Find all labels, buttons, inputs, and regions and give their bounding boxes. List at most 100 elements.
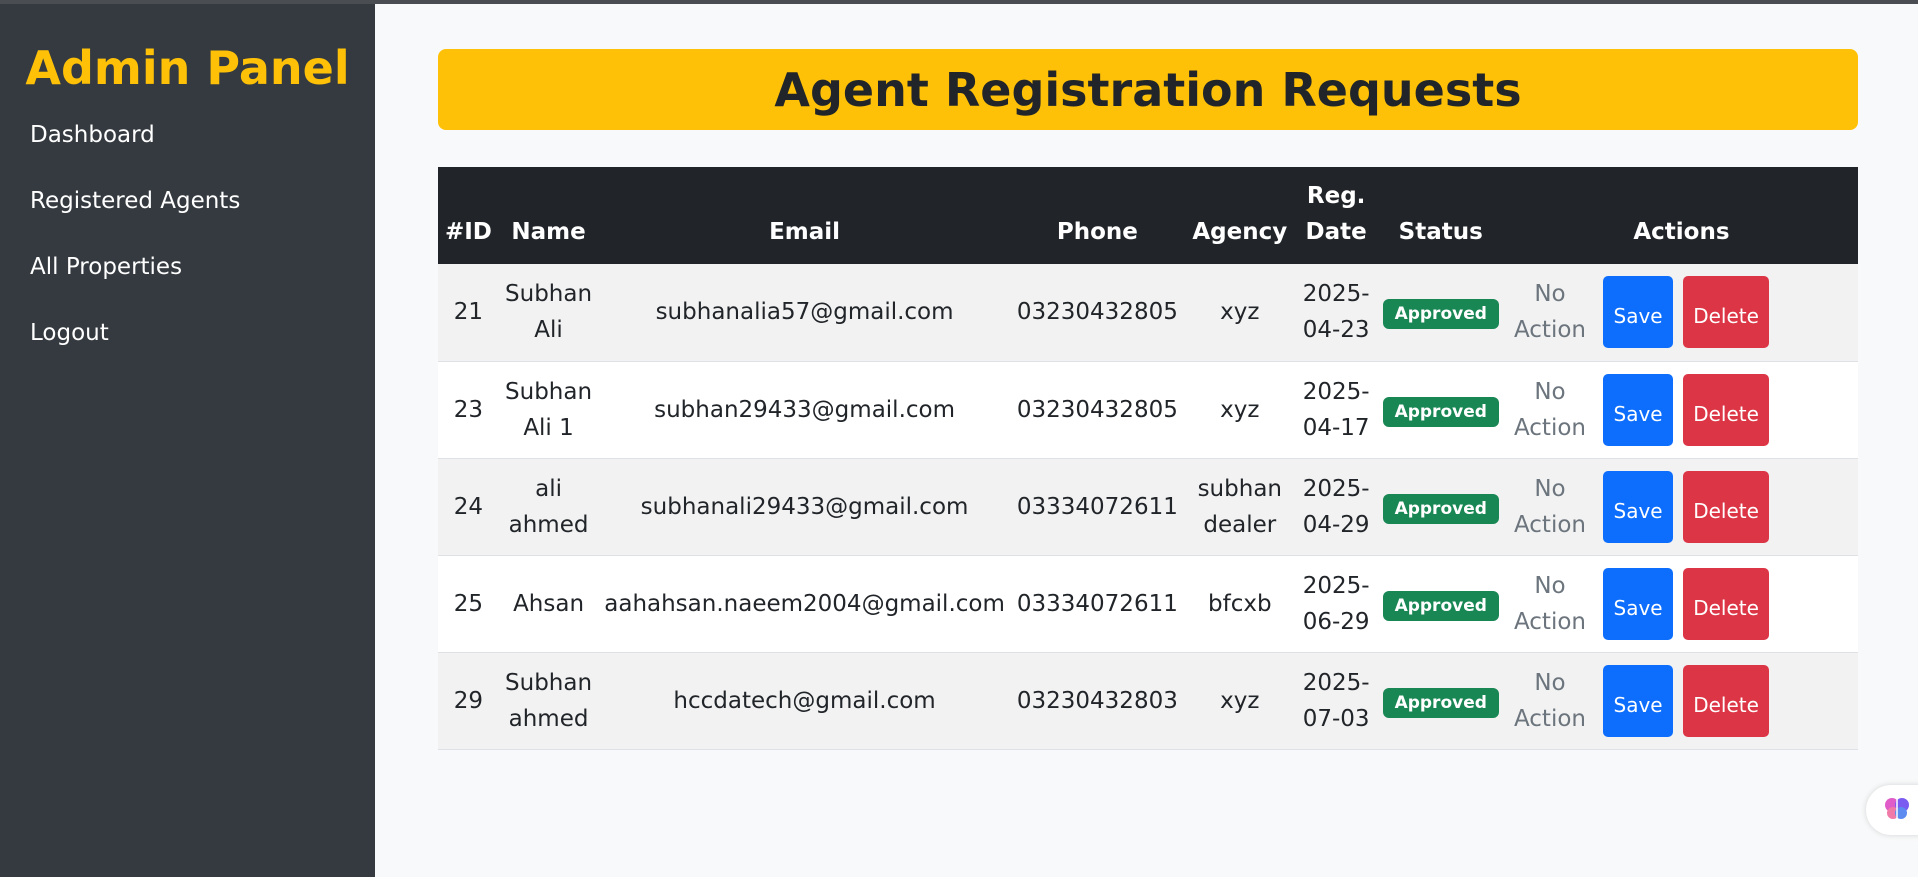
sidebar-item-registered-agents[interactable]: Registered Agents <box>0 176 375 242</box>
cell-status: Approved <box>1377 652 1505 749</box>
cell-no-action: No Action <box>1505 361 1595 458</box>
no-action-line2: Action <box>1513 705 1586 732</box>
cell-status: Approved <box>1377 555 1505 652</box>
cell-email: aahahsan.naeem2004@gmail.com <box>604 590 1005 617</box>
reg-date-monthday: 04-17 <box>1302 414 1370 441</box>
sidebar: Admin Panel Dashboard Registered Agents … <box>0 4 375 877</box>
cell-reg-date: 2025- 04-23 <box>1296 264 1377 361</box>
table-row: 23 Subhan Ali 1 subhan29433@gmail.com 03… <box>438 361 1858 458</box>
cell-agency: bfcxb <box>1208 590 1272 617</box>
reg-date-year: 2025- <box>1302 281 1370 308</box>
table-row: 24 ali ahmed subhanali29433@gmail.com 03… <box>438 458 1858 555</box>
save-button[interactable]: Save <box>1603 373 1674 446</box>
cell-reg-date: 2025- 04-29 <box>1296 458 1377 555</box>
col-header-email: Email <box>769 219 841 245</box>
cell-email: hccdatech@gmail.com <box>673 687 936 714</box>
no-action-line2: Action <box>1513 511 1586 538</box>
save-button[interactable]: Save <box>1603 567 1674 640</box>
cell-name: Subhan ahmed <box>505 669 593 732</box>
table-row: 21 Subhan Ali subhanalia57@gmail.com 032… <box>438 264 1858 361</box>
cell-no-action: No Action <box>1505 555 1595 652</box>
cell-phone: 03230432803 <box>1016 687 1178 714</box>
cell-name: Subhan Ali <box>505 281 593 344</box>
col-header-reg-date-line1: Reg. <box>1306 183 1366 209</box>
sidebar-item-dashboard[interactable]: Dashboard <box>0 110 375 176</box>
cell-reg-date: 2025- 06-29 <box>1296 555 1377 652</box>
cell-email: subhan29433@gmail.com <box>654 396 955 423</box>
col-header-reg-date-line2: Date <box>1305 219 1367 245</box>
col-header-reg-date: Reg. Date <box>1296 167 1377 264</box>
cell-actions: Save Delete <box>1595 264 1858 361</box>
status-badge: Approved <box>1382 687 1499 718</box>
cell-actions: Save Delete <box>1595 652 1858 749</box>
no-action-line1: No <box>1534 475 1566 502</box>
no-action-line1: No <box>1534 572 1566 599</box>
delete-button[interactable]: Delete <box>1683 664 1770 737</box>
col-header-id: #ID <box>444 219 492 245</box>
table-header-row: #ID Name Email Phone Agency Reg. Date Sta… <box>438 167 1858 264</box>
no-action-line1: No <box>1534 378 1566 405</box>
cell-status: Approved <box>1377 264 1505 361</box>
table-row: 25 Ahsan aahahsan.naeem2004@gmail.com 03… <box>438 555 1858 652</box>
col-header-status: Status <box>1398 219 1483 245</box>
delete-button[interactable]: Delete <box>1683 470 1770 543</box>
cell-reg-date: 2025- 04-17 <box>1296 361 1377 458</box>
cell-agency: subhan dealer <box>1197 475 1282 538</box>
cell-agency: xyz <box>1220 396 1260 423</box>
cell-name: ali ahmed <box>508 475 589 538</box>
brain-icon <box>1882 793 1912 827</box>
no-action-line1: No <box>1534 669 1566 696</box>
page-title: Agent Registration Requests <box>774 62 1522 117</box>
cell-no-action: No Action <box>1505 264 1595 361</box>
cell-phone: 03334072611 <box>1016 493 1178 520</box>
table-row: 29 Subhan ahmed hccdatech@gmail.com 0323… <box>438 652 1858 749</box>
delete-button[interactable]: Delete <box>1683 373 1770 446</box>
main-content: Agent Registration Requests #ID Name Ema… <box>375 4 1918 877</box>
cell-phone: 03230432805 <box>1016 396 1178 423</box>
cell-email: subhanalia57@gmail.com <box>655 299 954 326</box>
no-action-line2: Action <box>1513 608 1586 635</box>
status-badge: Approved <box>1382 590 1499 621</box>
cell-status: Approved <box>1377 458 1505 555</box>
cell-agency: xyz <box>1220 687 1260 714</box>
cell-no-action: No Action <box>1505 458 1595 555</box>
col-header-agency: Agency <box>1192 219 1288 245</box>
save-button[interactable]: Save <box>1603 276 1674 349</box>
reg-date-year: 2025- <box>1302 669 1370 696</box>
col-header-phone: Phone <box>1056 219 1138 245</box>
cell-actions: Save Delete <box>1595 361 1858 458</box>
reg-date-year: 2025- <box>1302 475 1370 502</box>
cell-name: Subhan Ali 1 <box>505 378 593 441</box>
no-action-line2: Action <box>1513 317 1586 344</box>
save-button[interactable]: Save <box>1603 470 1674 543</box>
cell-name: Ahsan <box>513 590 585 617</box>
cell-status: Approved <box>1377 361 1505 458</box>
delete-button[interactable]: Delete <box>1683 567 1770 640</box>
cell-phone: 03230432805 <box>1016 299 1178 326</box>
col-header-actions: Actions <box>1633 219 1730 245</box>
cell-reg-date: 2025- 07-03 <box>1296 652 1377 749</box>
status-badge: Approved <box>1382 396 1499 427</box>
page-header: Agent Registration Requests <box>438 49 1858 130</box>
sidebar-nav: Dashboard Registered Agents All Properti… <box>0 110 375 374</box>
status-badge: Approved <box>1382 299 1499 330</box>
cell-no-action: No Action <box>1505 652 1595 749</box>
delete-button[interactable]: Delete <box>1683 276 1770 349</box>
cell-actions: Save Delete <box>1595 555 1858 652</box>
cell-id: 24 <box>453 493 484 520</box>
sidebar-item-all-properties[interactable]: All Properties <box>0 242 375 308</box>
reg-date-monthday: 04-29 <box>1302 511 1370 538</box>
reg-date-year: 2025- <box>1302 572 1370 599</box>
save-button[interactable]: Save <box>1603 664 1674 737</box>
brand-title: Admin Panel <box>25 41 350 95</box>
reg-date-monthday: 07-03 <box>1302 705 1370 732</box>
reg-date-year: 2025- <box>1302 378 1370 405</box>
sidebar-item-logout[interactable]: Logout <box>0 308 375 374</box>
reg-date-monthday: 04-23 <box>1302 317 1370 344</box>
registration-table: #ID Name Email Phone Agency Reg. Date Sta… <box>438 167 1858 750</box>
cell-email: subhanali29433@gmail.com <box>640 493 969 520</box>
cell-id: 23 <box>453 396 484 423</box>
cell-id: 29 <box>453 687 484 714</box>
cell-id: 21 <box>453 299 484 326</box>
assistant-fab[interactable] <box>1866 785 1918 835</box>
